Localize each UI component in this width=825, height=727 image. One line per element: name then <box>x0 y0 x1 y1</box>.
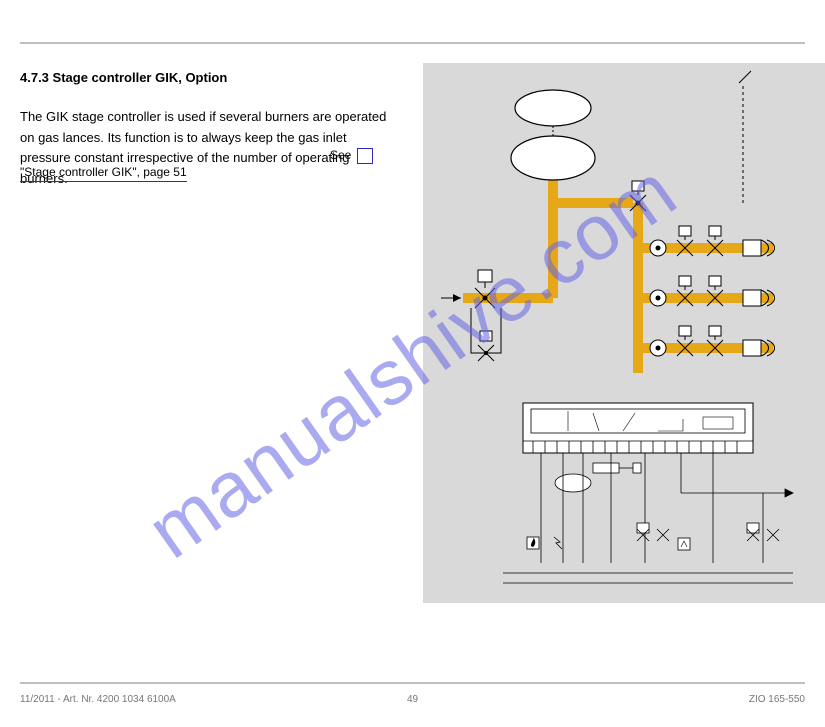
section-heading: 4.7.3 Stage controller GIK, Option <box>20 68 400 89</box>
diagram-panel <box>423 63 825 603</box>
reference-link[interactable]: "Stage controller GIK", page 51 <box>20 165 187 182</box>
reference-box-icon <box>357 148 373 164</box>
page-number: 49 <box>20 694 805 705</box>
piping-diagram <box>423 63 825 383</box>
page: 4.7.3 Stage controller GIK, Option The G… <box>20 0 805 727</box>
wiring-diagram <box>423 393 825 613</box>
reference-link-text: "Stage controller GIK", page 51 <box>20 165 187 179</box>
divider-top <box>20 42 805 44</box>
footer-right: ZIO 165-550 <box>749 694 805 705</box>
see-label: See <box>330 148 351 162</box>
divider-bottom <box>20 682 805 684</box>
